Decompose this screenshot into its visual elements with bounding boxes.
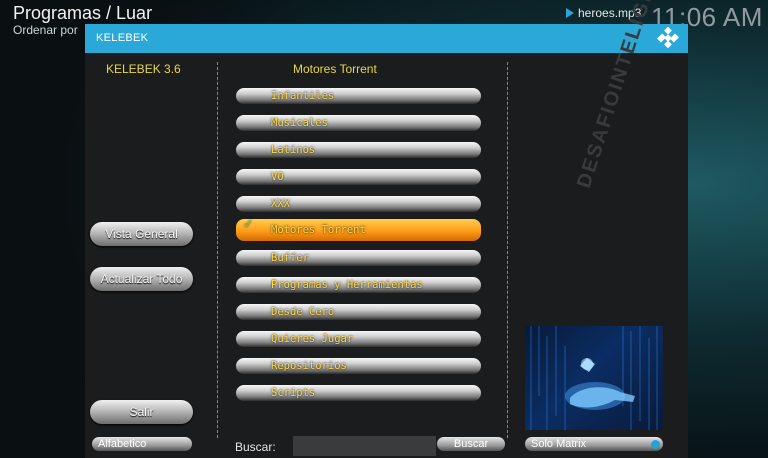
sort-label[interactable]: Ordenar por xyxy=(13,23,78,37)
dialog-title: KELEBEK xyxy=(96,32,149,44)
menu-item[interactable]: Musicales xyxy=(236,115,481,131)
menu-item[interactable]: VO xyxy=(236,169,481,185)
version-label: KELEBEK 3.6 xyxy=(106,62,181,76)
column-divider xyxy=(217,62,218,438)
toggle-label: Solo Matrix xyxy=(531,438,587,450)
menu-item[interactable]: Latinos xyxy=(236,142,481,158)
category-header: Motores Torrent xyxy=(293,62,377,76)
checkmark-icon: ✓ xyxy=(244,216,253,232)
menu-item[interactable]: Programas y Herramientas xyxy=(236,277,481,293)
menu-item[interactable]: Repositorios xyxy=(236,358,481,374)
menu-item[interactable]: Desde Cero xyxy=(236,304,481,320)
kelebek-dialog: KELEBEK KELEBEK 3.6 Motores Torrent Vist… xyxy=(85,0,692,458)
menu-item[interactable]: Buffer xyxy=(236,250,481,266)
overview-button[interactable]: Vista General xyxy=(90,222,193,246)
kodi-logo-icon xyxy=(657,27,679,49)
update-all-button[interactable]: Actualizar Todo xyxy=(90,267,193,291)
matrix-hand-art xyxy=(530,326,658,430)
toggle-on-icon xyxy=(651,440,660,449)
play-icon xyxy=(566,8,574,18)
search-label: Buscar: xyxy=(235,440,276,454)
solo-matrix-toggle[interactable]: Solo Matrix xyxy=(525,437,663,451)
menu-item-selected[interactable]: ✓ Motores Torrent xyxy=(236,216,481,241)
alphabetical-sort-button[interactable]: Alfabetico xyxy=(92,437,192,451)
page-title: Programas / Luar xyxy=(13,3,153,23)
search-button[interactable]: Buscar xyxy=(437,437,505,451)
exit-button[interactable]: Salir xyxy=(90,400,193,424)
matrix-hand-image xyxy=(525,326,663,430)
menu-item-label: Motores Torrent xyxy=(271,224,366,236)
menu-item[interactable]: Quieres Jugar xyxy=(236,331,481,347)
menu-item[interactable]: XXX xyxy=(236,196,481,212)
search-input[interactable] xyxy=(293,436,436,456)
menu-item[interactable]: Infantiles xyxy=(236,88,481,104)
dialog-titlebar: KELEBEK xyxy=(85,24,688,53)
menu-item[interactable]: Scripts xyxy=(236,385,481,401)
column-divider xyxy=(507,62,508,438)
